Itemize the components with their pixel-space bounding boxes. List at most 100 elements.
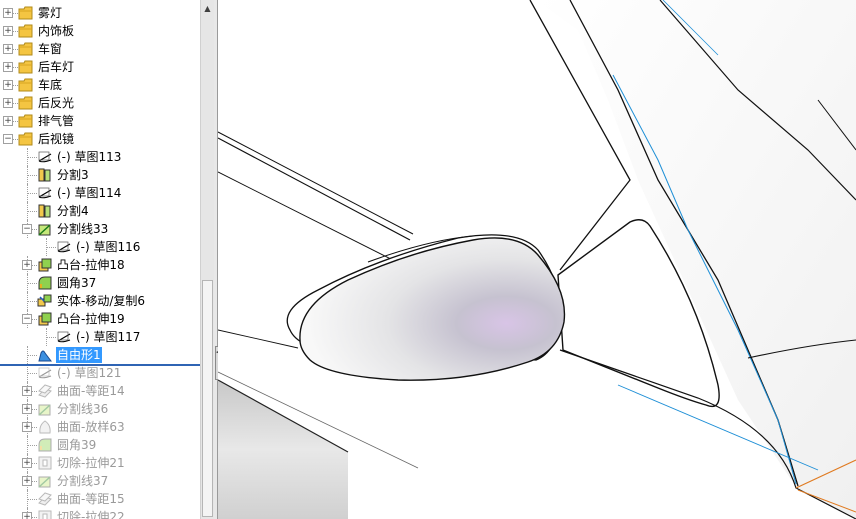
- tree-feature-row[interactable]: (-) 草图117: [0, 328, 200, 346]
- collapse-icon[interactable]: −: [22, 224, 32, 234]
- expand-icon[interactable]: +: [3, 98, 13, 108]
- expand-icon[interactable]: +: [3, 8, 13, 18]
- tree-feature-row[interactable]: (-) 草图121: [0, 364, 200, 382]
- tree-item-label: 内饰板: [38, 24, 75, 38]
- tree-feature-row[interactable]: 曲面-等距15: [0, 490, 200, 508]
- rollback-bar[interactable]: [0, 364, 200, 366]
- feature-manager-tree: + 雾灯 + 内饰板 + 车窗 + 后车灯 + 车底 + 后反光 + 排气管 − 后视镜 (-) 草图113 分割…: [0, 0, 200, 519]
- expand-icon[interactable]: +: [22, 476, 32, 486]
- tree-guide-line: [27, 283, 37, 284]
- tree-feature-row[interactable]: + 曲面-等距14: [0, 382, 200, 400]
- tree-feature-row[interactable]: 分割3: [0, 166, 200, 184]
- tree-item-label: 曲面-等距14: [57, 384, 125, 398]
- tree-folder-row[interactable]: + 车窗: [0, 40, 200, 58]
- folder-icon: [18, 77, 34, 93]
- folder-icon: [18, 95, 34, 111]
- tree-scrollbar[interactable]: ▲: [200, 0, 214, 519]
- tree-feature-row[interactable]: + 凸台-拉伸18: [0, 256, 200, 274]
- tree-item-label: 分割线33: [57, 222, 109, 236]
- freeform-icon: [37, 347, 53, 363]
- split-icon: [37, 167, 53, 183]
- tree-item-label: 后视镜: [38, 132, 75, 146]
- tree-folder-row[interactable]: + 后反光: [0, 94, 200, 112]
- tree-item-label: 分割线36: [57, 402, 109, 416]
- folder-icon: [18, 41, 34, 57]
- cut-extrude-icon: [37, 455, 53, 471]
- tree-item-label: 车窗: [38, 42, 63, 56]
- tree-folder-row[interactable]: + 雾灯: [0, 4, 200, 22]
- offset-surface-icon: [37, 491, 53, 507]
- expand-icon[interactable]: +: [22, 512, 32, 519]
- tree-guide-line: [27, 355, 37, 356]
- tree-feature-row[interactable]: − 分割线33: [0, 220, 200, 238]
- scroll-thumb[interactable]: [202, 280, 213, 517]
- tree-feature-row[interactable]: + 曲面-放样63: [0, 418, 200, 436]
- expand-icon[interactable]: +: [3, 116, 13, 126]
- tree-item-label: (-) 草图114: [57, 186, 122, 200]
- tree-folder-row[interactable]: + 内饰板: [0, 22, 200, 40]
- tree-guide-line: [27, 157, 37, 158]
- tree-folder-row[interactable]: + 排气管: [0, 112, 200, 130]
- expand-icon[interactable]: +: [22, 260, 32, 270]
- tree-folder-row[interactable]: + 车底: [0, 76, 200, 94]
- tree-item-label: 排气管: [38, 114, 75, 128]
- scroll-up-arrow-icon[interactable]: ▲: [201, 0, 214, 17]
- expand-icon[interactable]: +: [22, 404, 32, 414]
- collapse-icon[interactable]: −: [22, 314, 32, 324]
- folder-icon: [18, 131, 34, 147]
- mirror-housing: [299, 237, 566, 381]
- tree-item-label: 分割3: [57, 168, 89, 182]
- tree-item-label: 凸台-拉伸18: [57, 258, 125, 272]
- tree-feature-row[interactable]: (-) 草图114: [0, 184, 200, 202]
- tree-feature-row[interactable]: 圆角39: [0, 436, 200, 454]
- tree-item-label: 曲面-放样63: [57, 420, 125, 434]
- tree-feature-row[interactable]: 分割4: [0, 202, 200, 220]
- sketch-icon: [56, 329, 72, 345]
- tree-guide-line: [27, 175, 37, 176]
- expand-icon[interactable]: +: [3, 62, 13, 72]
- loft-surface-icon: [37, 419, 53, 435]
- folder-icon: [18, 113, 34, 129]
- expand-icon[interactable]: +: [3, 80, 13, 90]
- tree-feature-row[interactable]: + 切除-拉伸21: [0, 454, 200, 472]
- tree-feature-row[interactable]: (-) 草图116: [0, 238, 200, 256]
- tree-feature-row[interactable]: 圆角37: [0, 274, 200, 292]
- tree-item-label: 凸台-拉伸19: [57, 312, 125, 326]
- cut-extrude-icon: [37, 509, 53, 519]
- tree-guide-line: [46, 337, 56, 338]
- expand-icon[interactable]: +: [22, 458, 32, 468]
- tree-feature-row[interactable]: 实体-移动/复制6: [0, 292, 200, 310]
- move-copy-icon: [37, 293, 53, 309]
- tree-feature-row[interactable]: + 分割线36: [0, 400, 200, 418]
- offset-surface-icon: [37, 383, 53, 399]
- tree-item-label: 自由形1: [56, 347, 102, 363]
- expand-icon[interactable]: +: [22, 386, 32, 396]
- boss-extrude-icon: [37, 257, 53, 273]
- tree-feature-row[interactable]: − 凸台-拉伸19: [0, 310, 200, 328]
- tree-item-label: (-) 草图117: [76, 330, 141, 344]
- tree-item-label: 切除-拉伸22: [57, 510, 125, 519]
- tree-guide-line: [27, 211, 37, 212]
- tree-item-label: 后反光: [38, 96, 75, 110]
- tree-folder-row[interactable]: + 后车灯: [0, 58, 200, 76]
- collapse-icon[interactable]: −: [3, 134, 13, 144]
- tree-guide-line: [46, 247, 56, 248]
- fillet-icon: [37, 437, 53, 453]
- tree-folder-row[interactable]: − 后视镜: [0, 130, 200, 148]
- tree-guide-line: [27, 193, 37, 194]
- split-line-icon: [37, 473, 53, 489]
- folder-icon: [18, 59, 34, 75]
- tree-feature-row[interactable]: (-) 草图113: [0, 148, 200, 166]
- tree-item-label: 雾灯: [38, 6, 63, 20]
- expand-icon[interactable]: +: [22, 422, 32, 432]
- tree-feature-row[interactable]: + 切除-拉伸22: [0, 508, 200, 519]
- graphics-viewport[interactable]: [218, 0, 856, 519]
- tree-item-label: 车底: [38, 78, 63, 92]
- tree-feature-row[interactable]: + 分割线37: [0, 472, 200, 490]
- tree-feature-row[interactable]: 自由形1: [0, 346, 200, 364]
- boss-extrude-icon: [37, 311, 53, 327]
- expand-icon[interactable]: +: [3, 26, 13, 36]
- expand-icon[interactable]: +: [3, 44, 13, 54]
- tree-guide-line: [27, 499, 37, 500]
- body-lower-panel: [218, 380, 348, 519]
